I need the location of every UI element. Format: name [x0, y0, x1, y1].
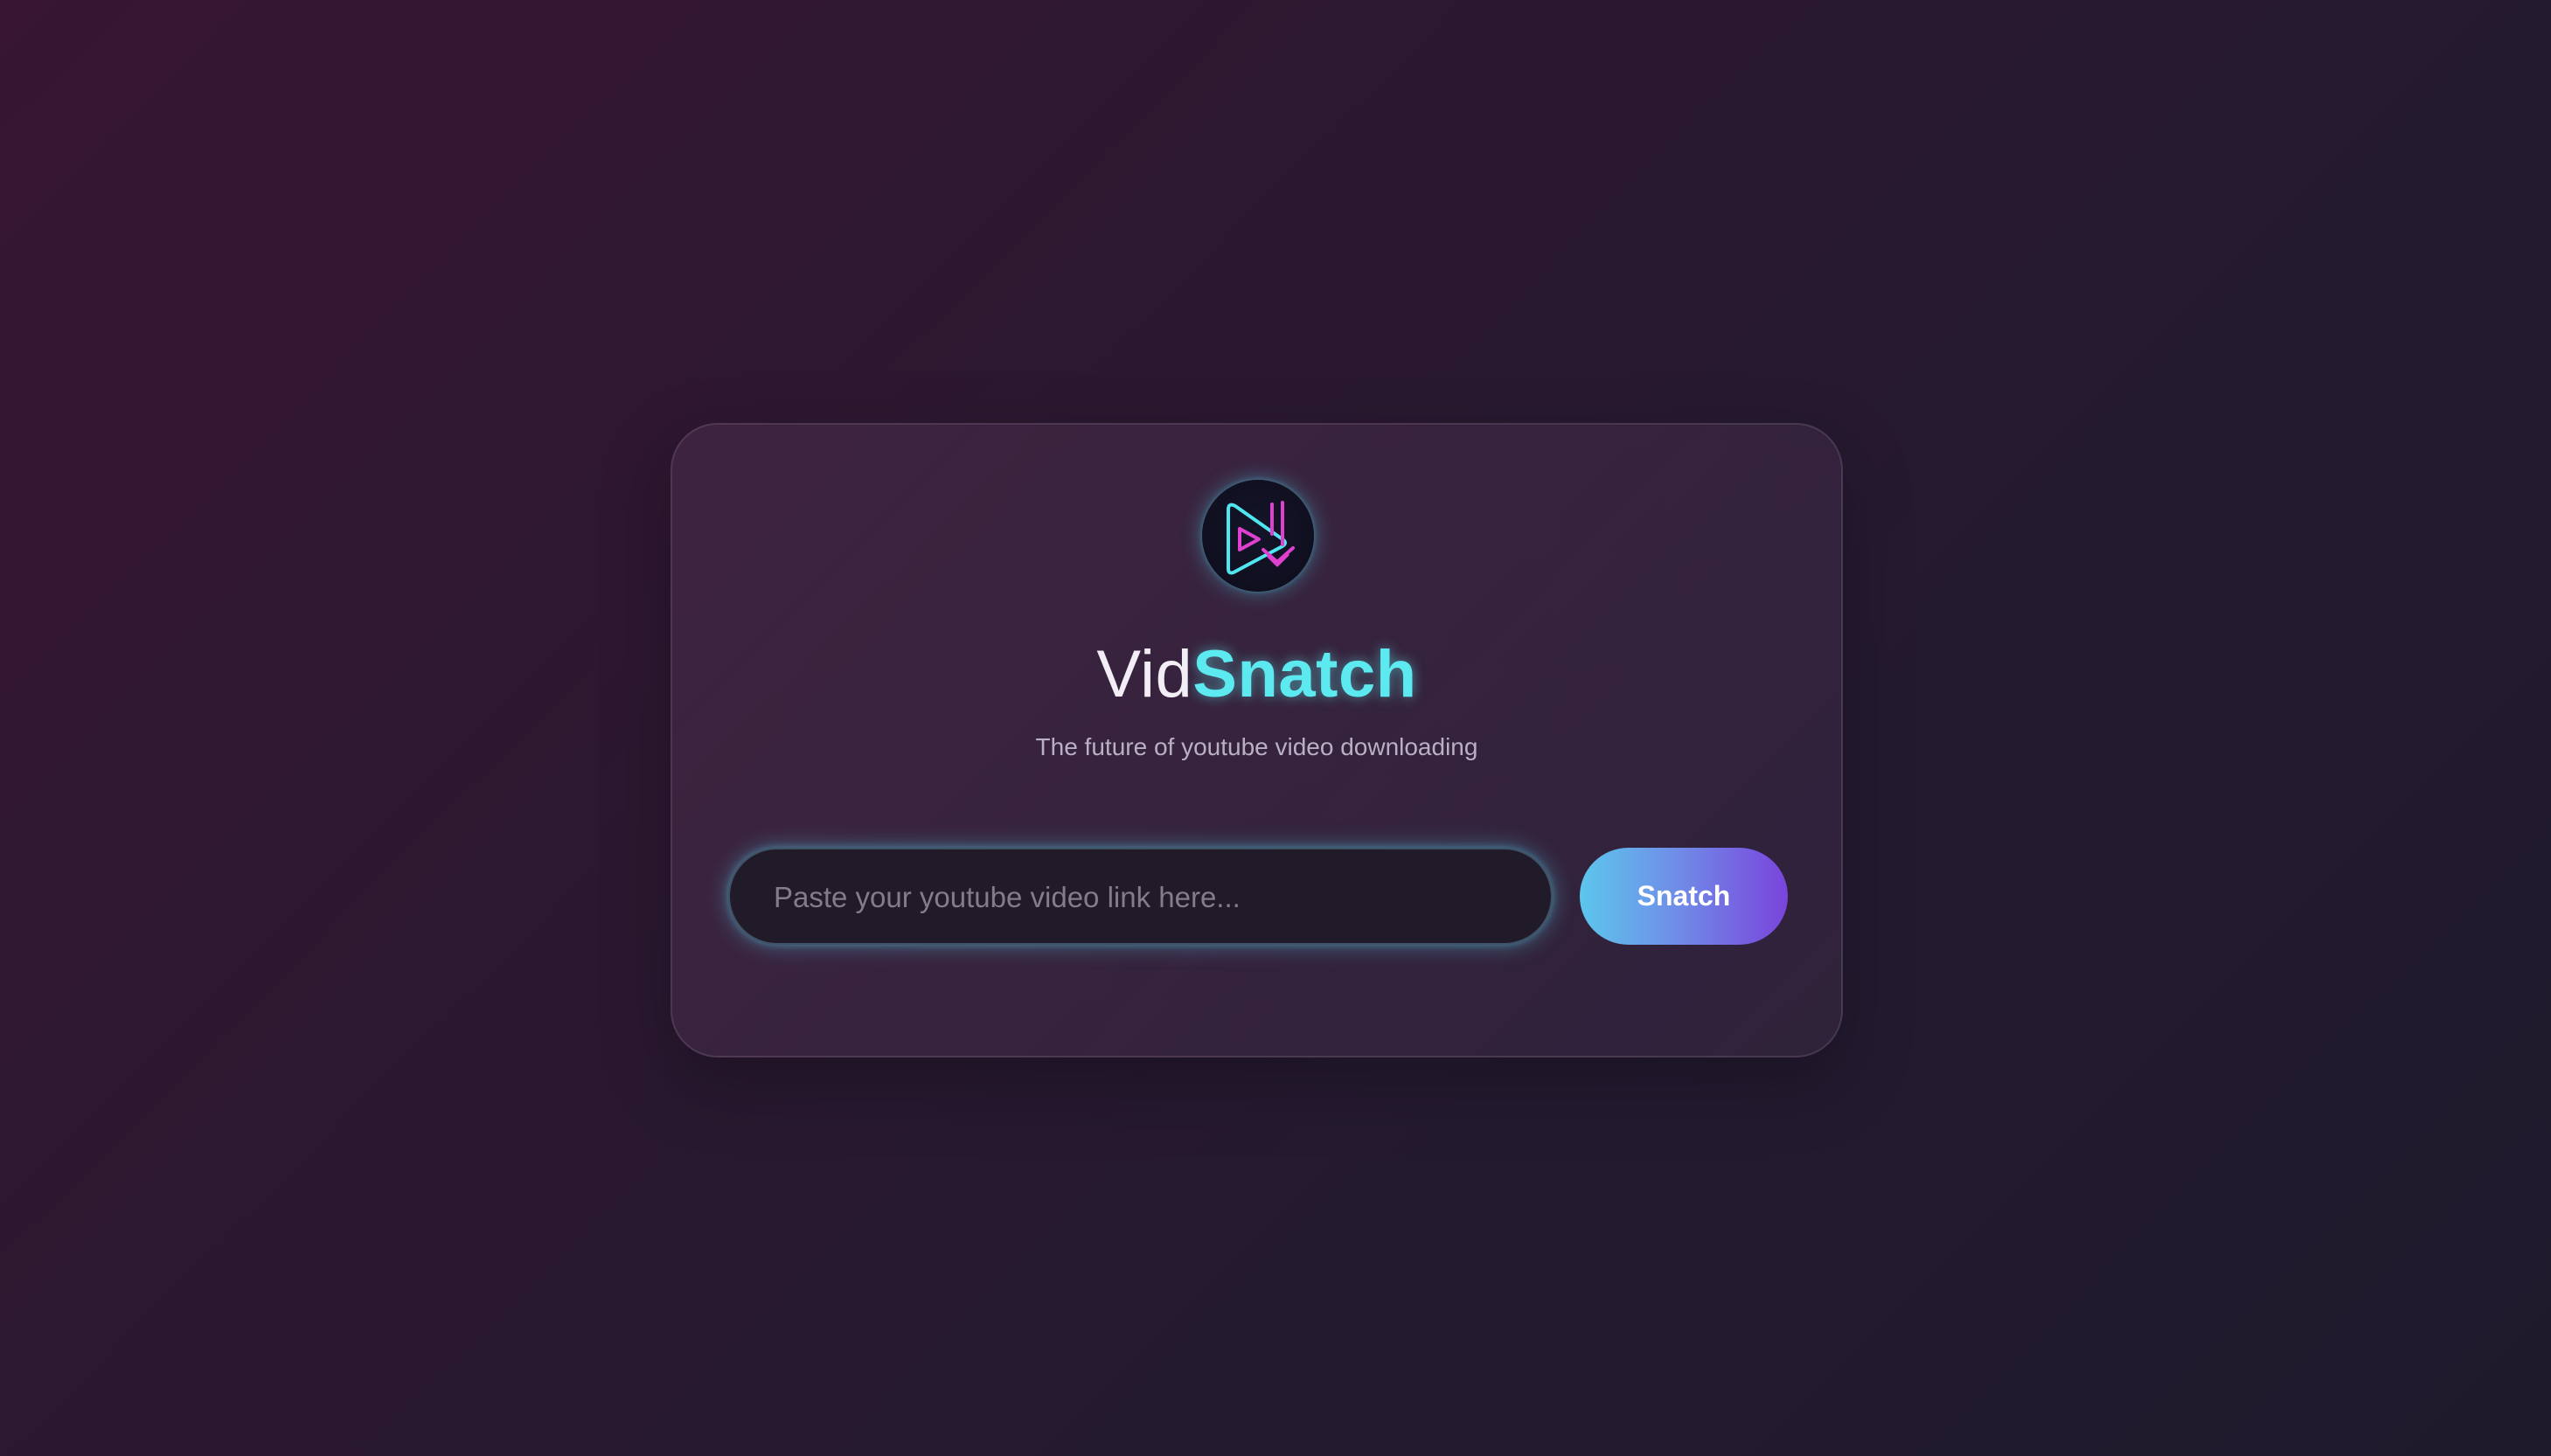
download-card: VidSnatch The future of youtube video do…: [671, 423, 1843, 1057]
tagline: The future of youtube video downloading: [1035, 733, 1478, 760]
app-title-part-snatch: Snatch: [1192, 637, 1417, 711]
play-download-icon: [1202, 480, 1314, 592]
app-title: VidSnatch: [672, 641, 1841, 708]
snatch-button[interactable]: Snatch: [1580, 848, 1788, 945]
app-title-part-vid: Vid: [1096, 637, 1193, 711]
url-input[interactable]: [772, 849, 1527, 945]
url-input-container: [728, 848, 1553, 945]
